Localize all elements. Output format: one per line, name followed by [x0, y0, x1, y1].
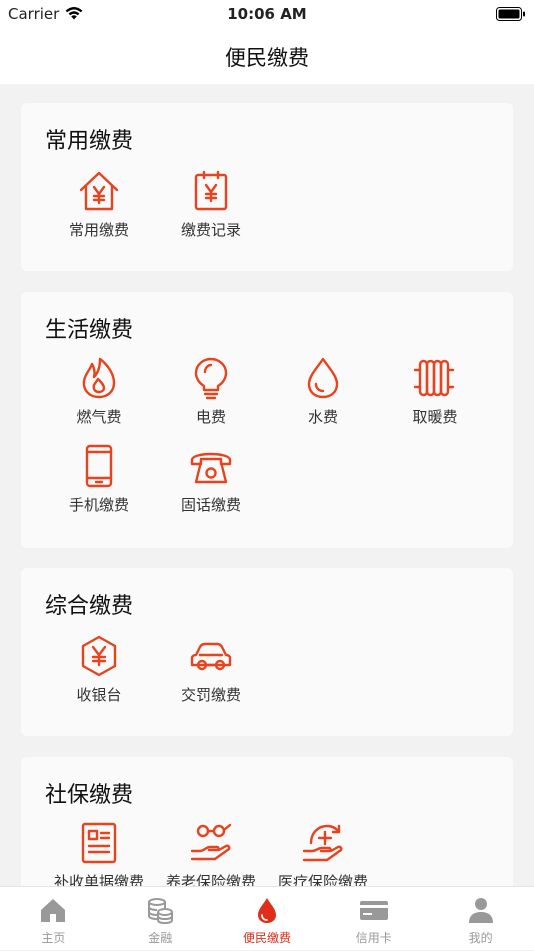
item-landline-payment[interactable]: 固话缴费: [155, 444, 267, 515]
coins-icon: [148, 898, 174, 925]
section-common-payment: 常用缴费 常用缴费 缴费记录: [21, 103, 513, 271]
drop-icon: [257, 898, 276, 923]
item-pension-insurance[interactable]: 养老保险缴费: [155, 821, 267, 886]
tab-profile[interactable]: 我的: [427, 887, 534, 951]
item-common-payment[interactable]: 常用缴费: [43, 169, 155, 240]
item-gas[interactable]: 燃气费: [43, 356, 155, 427]
item-cashier[interactable]: 收银台: [43, 634, 155, 705]
tab-credit-card[interactable]: 信用卡: [320, 887, 427, 951]
telephone-icon: [190, 452, 232, 484]
section-social-security: 社保缴费 补收单据缴费 养老保险缴费 医疗保险缴费: [21, 757, 513, 886]
battery-icon: [496, 7, 525, 21]
item-heating[interactable]: 取暖费: [379, 356, 491, 427]
nav-bar: 便民缴费: [0, 28, 534, 84]
item-supplementary-receipt[interactable]: 补收单据缴费: [43, 821, 155, 886]
item-medical-insurance[interactable]: 医疗保险缴费: [267, 821, 379, 886]
medical-insurance-icon: [302, 824, 343, 862]
section-life-payment: 生活缴费 燃气费 电费 水费 取暖费 手机缴费 固话缴费: [21, 292, 513, 548]
flame-icon: [82, 357, 116, 399]
tab-convenience-payment[interactable]: 便民缴费: [214, 887, 321, 951]
credit-card-icon: [359, 901, 388, 920]
section-title: 生活缴费: [45, 318, 134, 343]
water-drop-icon: [307, 357, 339, 399]
item-traffic-fine[interactable]: 交罚缴费: [155, 634, 267, 705]
item-electricity[interactable]: 电费: [155, 356, 267, 427]
lightbulb-icon: [194, 357, 228, 400]
mobile-phone-icon: [85, 444, 113, 488]
tab-home[interactable]: 主页: [0, 887, 107, 951]
car-icon: [190, 642, 232, 671]
hexagon-yen-icon: [81, 635, 117, 677]
section-title: 社保缴费: [45, 783, 134, 808]
tab-bar: 主页 金融 便民缴费 信用卡 我的: [0, 886, 534, 950]
item-water[interactable]: 水费: [267, 356, 379, 427]
status-bar: Carrier 10:06 AM: [0, 0, 534, 28]
content-scroll[interactable]: 常用缴费 常用缴费 缴费记录 生活缴费 燃气费 电费 水费 取暖费 手机缴费 固…: [0, 84, 534, 886]
house-yen-icon: [79, 171, 119, 211]
elderly-care-icon: [190, 823, 232, 861]
tab-finance[interactable]: 金融: [107, 887, 214, 951]
user-icon: [468, 898, 493, 923]
document-icon: [81, 822, 117, 864]
page-title: 便民缴费: [225, 46, 309, 70]
section-title: 常用缴费: [45, 129, 134, 154]
radiator-icon: [413, 359, 455, 397]
clipboard-yen-icon: [194, 170, 228, 211]
item-payment-record[interactable]: 缴费记录: [155, 169, 267, 240]
item-mobile-payment[interactable]: 手机缴费: [43, 444, 155, 515]
home-icon: [41, 899, 66, 922]
section-integrated-payment: 综合缴费 收银台 交罚缴费: [21, 568, 513, 736]
section-title: 综合缴费: [45, 594, 134, 619]
status-time: 10:06 AM: [227, 5, 307, 23]
